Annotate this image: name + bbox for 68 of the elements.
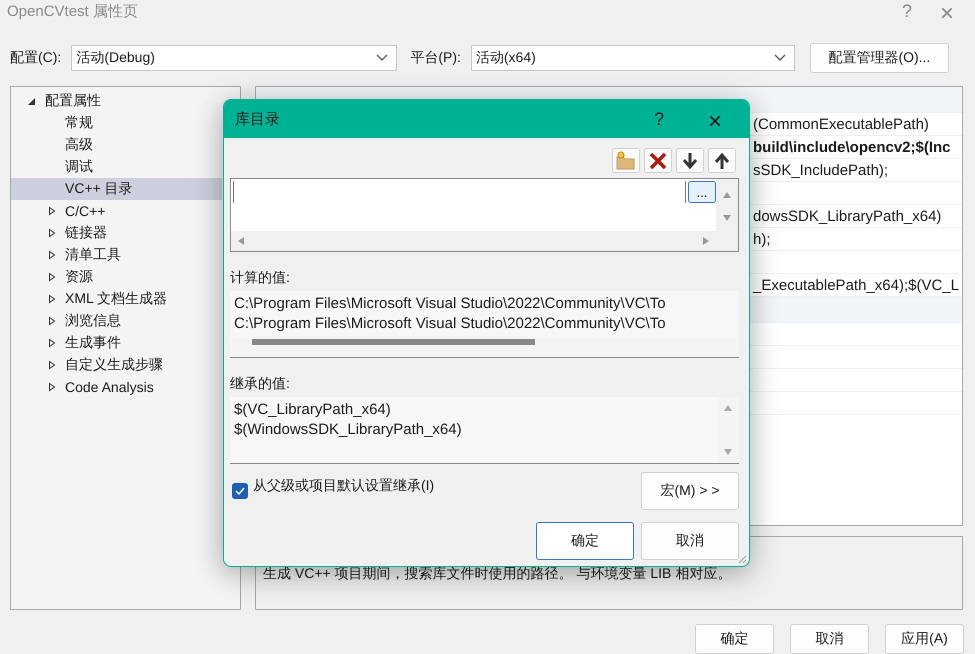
value-line: C:\Program Files\Microsoft Visual Studio\2022\Community\VC\To [234,314,667,334]
dialog-button[interactable]: 确定 [536,522,634,560]
tree-item[interactable]: VC++ 目录 [11,178,222,200]
expand-triangle-icon [47,294,57,304]
section-label: 计算的值: [230,269,291,287]
expand-triangle-icon [47,206,57,216]
dropdown[interactable]: 活动(Debug) [71,44,398,70]
chevron-down-icon [376,54,388,62]
resize-grip-icon [737,554,747,564]
dialog-title: 库目录 [235,110,280,128]
tree-item[interactable]: C/C++ [11,200,222,222]
close-button[interactable]: × [687,108,743,130]
toolbar-button[interactable] [708,148,736,173]
property-value: dowsSDK_LibraryPath_x64) [753,208,942,224]
path-input-field[interactable] [233,181,686,203]
config-label: 配置(C): [10,48,62,66]
section-label: 继承的值: [230,375,291,393]
scroll-up-icon [722,190,732,198]
checkbox-label: 从父级或项目默认设置继承(I) [253,477,434,495]
tree-item[interactable]: 配置属性 [11,90,222,112]
tree-item[interactable]: 清单工具 [11,244,222,266]
window-title: OpenCVtest 属性页 [7,2,138,20]
macro-button[interactable]: 宏(M) > > [641,472,739,510]
expand-triangle-icon [47,228,57,238]
dropdown[interactable]: 活动(x64) [470,44,795,70]
value-line: $(VC_LibraryPath_x64) [234,400,392,420]
tree-item[interactable]: XML 文档生成器 [11,288,222,310]
checkbox[interactable] [232,483,248,499]
scroll-left-icon [237,236,245,246]
dialog-button[interactable]: 确定 [695,624,774,654]
tree-item[interactable]: 生成事件 [11,332,222,354]
expand-triangle-icon [47,250,57,260]
expand-triangle-icon [47,382,57,392]
collapse-triangle-icon [27,96,37,106]
tree-item[interactable]: 自定义生成步骤 [11,354,222,376]
expand-triangle-icon [47,272,57,282]
property-value: h); [753,230,771,248]
expand-triangle-icon [47,360,57,370]
tree-item[interactable]: 高级 [11,134,222,156]
scroll-down-icon [722,214,732,222]
platform-label: 平台(P): [410,48,461,66]
config-manager-button[interactable]: 配置管理器(O)... [810,42,949,72]
dialog-button[interactable]: 应用(A) [885,624,964,654]
tree-item[interactable]: 浏览信息 [11,310,222,332]
property-value: sSDK_IncludePath); [753,162,888,178]
toolbar-button[interactable] [676,148,704,173]
property-value: (CommonExecutablePath) [753,116,929,132]
browse-button[interactable]: ... [688,181,716,203]
value-line: $(WindowsSDK_LibraryPath_x64) [234,420,463,440]
tree-item[interactable]: Code Analysis [11,376,222,398]
help-button[interactable]: ? [631,108,687,130]
check-icon [235,487,245,495]
dialog-button[interactable]: 取消 [641,522,739,560]
scroll-up-icon [723,404,733,412]
dialog-button[interactable]: 取消 [790,624,869,654]
scroll-down-icon [723,448,733,456]
tree-item[interactable]: 链接器 [11,222,222,244]
expand-triangle-icon [47,338,57,348]
tree-item[interactable]: 资源 [11,266,222,288]
property-value: _ExecutablePath_x64);$(VC_L [753,276,959,294]
scroll-right-icon [702,236,710,246]
property-value: build\include\opencv2;$(Inc [753,138,951,156]
value-line: C:\Program Files\Microsoft Visual Studio\2022\Community\VC\To [234,294,667,314]
tree-item[interactable]: 常规 [11,112,222,134]
chevron-down-icon [774,54,786,62]
toolbar-button[interactable] [644,148,672,173]
expand-triangle-icon [47,316,57,326]
tree-item[interactable]: 调试 [11,156,222,178]
